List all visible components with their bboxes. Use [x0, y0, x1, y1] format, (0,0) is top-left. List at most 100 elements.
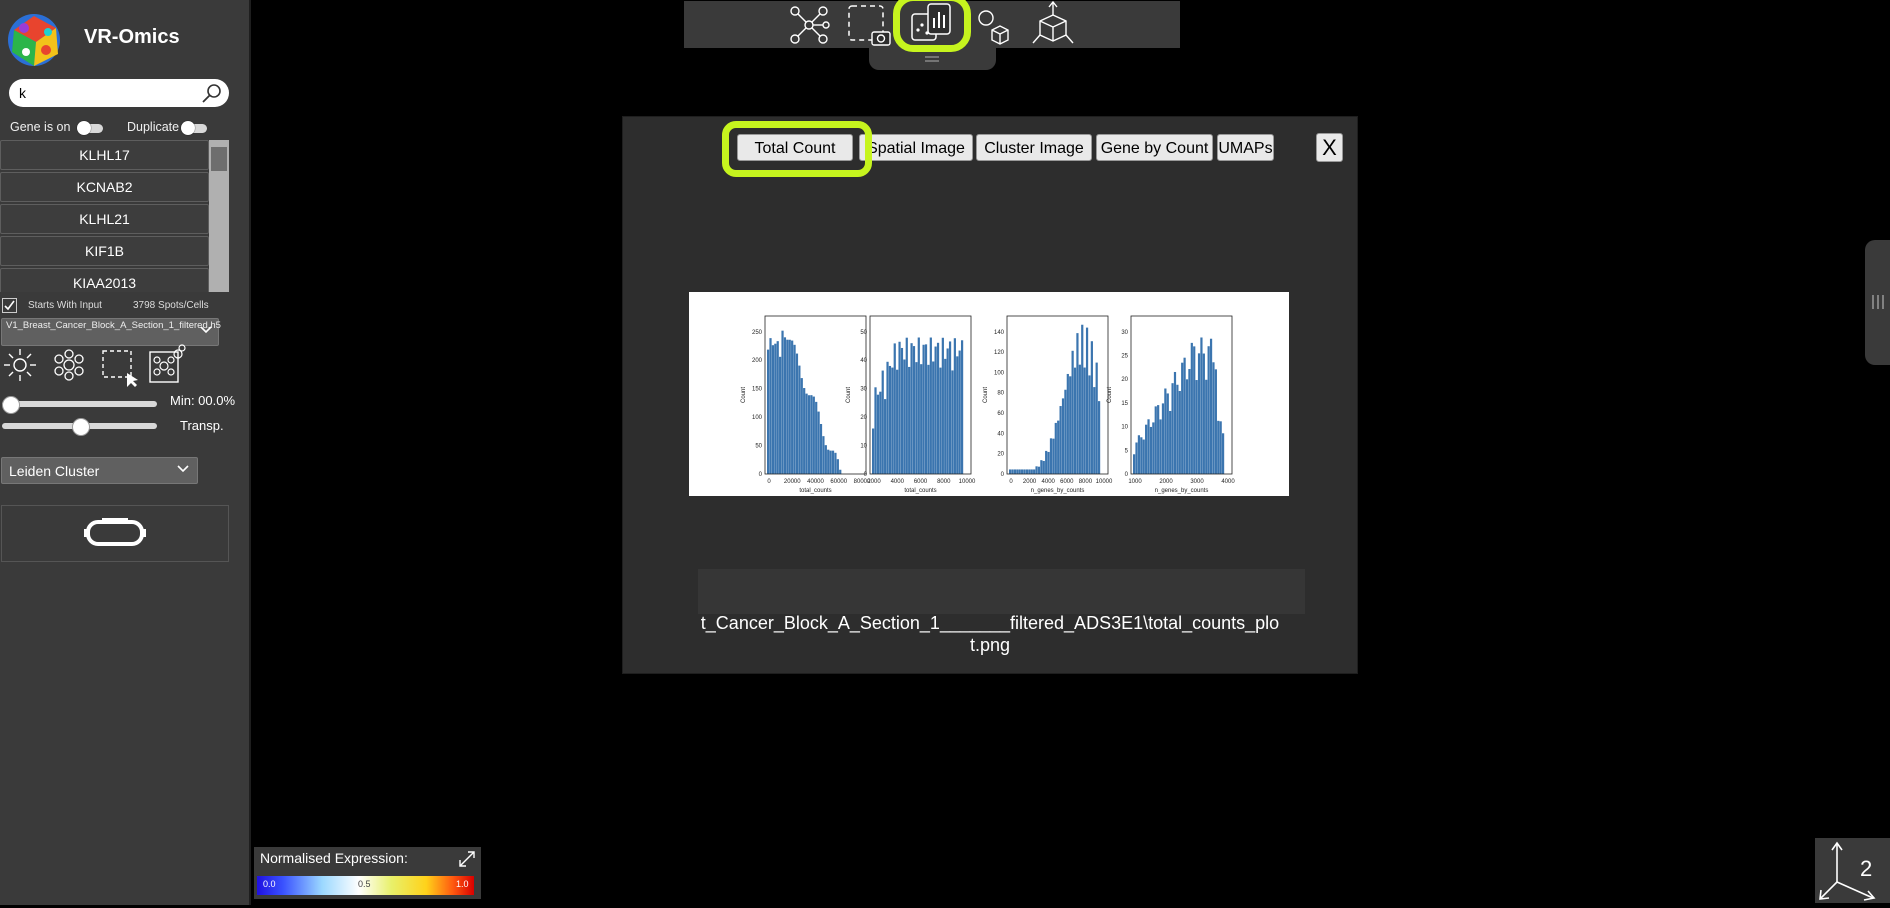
histogram-bar — [829, 450, 832, 474]
histogram-bar — [1023, 469, 1026, 474]
screenshot-icon[interactable] — [846, 2, 892, 48]
y-tick-label: 50 — [860, 330, 867, 336]
orientation-widget[interactable]: 2 — [1815, 838, 1890, 903]
y-tick-label: 0 — [1001, 472, 1005, 478]
min-threshold-slider-track[interactable] — [2, 401, 157, 407]
x-tick-label: 6000 — [1060, 479, 1074, 485]
histogram-bar — [776, 341, 779, 474]
vr-omics-logo — [8, 14, 60, 66]
gene-list: KLHL17 KCNAB2 KLHL21 KIF1B KIAA2013 — [0, 140, 210, 292]
axes-gizmo-icon[interactable]: 2 — [1815, 838, 1890, 903]
tab-cluster-image[interactable]: Cluster Image — [976, 134, 1092, 161]
x-tick-label: 4000 — [891, 479, 905, 485]
min-threshold-label: Min: 00.0% — [170, 393, 236, 408]
histogram-bar — [779, 356, 782, 474]
gene-list-item[interactable]: KLHL21 — [0, 204, 209, 234]
expand-icon[interactable] — [457, 849, 477, 869]
histogram-bar — [767, 349, 770, 474]
histogram-bar — [898, 341, 901, 474]
tab-gene-by-count[interactable]: Gene by Count — [1096, 134, 1213, 161]
histogram-bar — [1059, 406, 1062, 474]
dataset-file-select[interactable]: V1_Breast_Cancer_Block_A_Section_1_filte… — [1, 318, 221, 346]
histogram-bar — [1181, 362, 1184, 474]
y-tick-label: 250 — [752, 330, 763, 336]
y-tick-label: 20 — [1121, 377, 1128, 383]
duplicate-toggle[interactable] — [181, 121, 207, 135]
histogram-bar — [1202, 353, 1205, 474]
hexagon-grid-icon[interactable] — [49, 345, 89, 385]
starts-with-input-checkbox[interactable] — [2, 298, 17, 313]
histogram-bar — [1173, 371, 1177, 474]
spots-count: 3798 Spots/Cells — [133, 300, 209, 311]
y-tick-label: 10 — [1121, 425, 1128, 431]
gene-list-item[interactable]: KIF1B — [0, 236, 209, 266]
histogram-bar — [912, 346, 916, 474]
histogram-bar — [1149, 426, 1153, 474]
starts-with-input-label: Starts With Input — [28, 300, 102, 311]
y-tick-label: 20 — [997, 452, 1004, 458]
histogram-bar — [927, 364, 930, 474]
histogram-bar — [951, 370, 954, 474]
histogram-bar — [886, 361, 889, 474]
gene-search-input[interactable] — [19, 83, 194, 103]
tab-umaps[interactable]: UMAPs — [1217, 134, 1274, 161]
histogram-bar — [1142, 439, 1145, 474]
search-icon[interactable] — [201, 82, 223, 104]
histogram-bar — [956, 356, 959, 474]
cells-selection-icon[interactable] — [148, 344, 188, 384]
histogram-bar — [932, 361, 935, 474]
histogram-bar — [876, 394, 880, 474]
histogram-bar — [807, 395, 811, 474]
histogram-bar — [781, 330, 784, 474]
gene-list-item[interactable]: KCNAB2 — [0, 172, 209, 202]
histogram-bar — [1183, 357, 1186, 474]
lasso-select-icon[interactable] — [100, 347, 140, 387]
histogram-bar — [1188, 369, 1191, 474]
close-dialog-button[interactable]: X — [1316, 133, 1343, 162]
histogram-bar — [798, 365, 801, 474]
vr-headset-icon[interactable] — [84, 518, 146, 548]
y-tick-label: 20 — [860, 415, 867, 421]
3d-axes-icon[interactable] — [1030, 1, 1076, 47]
y-tick-label: 25 — [1121, 354, 1128, 360]
x-tick-label: 4000 — [1042, 479, 1056, 485]
x-tick-label: 8000 — [1079, 479, 1093, 485]
histogram-bar — [1140, 437, 1143, 474]
x-tick-label: 4000 — [1221, 479, 1235, 485]
tab-spatial-image[interactable]: Spatial Image — [859, 134, 973, 161]
histogram-bar — [1171, 383, 1174, 474]
histogram-bar — [953, 338, 956, 474]
histogram-bar — [948, 341, 952, 474]
histogram-bar — [1069, 376, 1072, 474]
histogram-bar — [958, 350, 961, 474]
x-axis-label: total_counts — [904, 488, 936, 494]
gene-is-on-toggle[interactable] — [77, 121, 103, 135]
histogram-bar — [1095, 362, 1098, 474]
gene-list-item[interactable]: KIAA2013 — [0, 268, 209, 292]
right-panel-handle[interactable] — [1865, 240, 1890, 365]
histogram-bar — [1157, 405, 1160, 474]
x-axis-label: n_genes_by_counts — [1031, 488, 1085, 494]
network-icon[interactable] — [786, 2, 832, 48]
y-tick-label: 60 — [997, 411, 1004, 417]
histogram-bar — [788, 339, 791, 474]
y-axis-label: Count — [741, 387, 747, 403]
histogram-bar — [888, 365, 892, 474]
histogram-bar — [874, 387, 877, 474]
svg-text:2: 2 — [1860, 856, 1872, 881]
gene-search-box[interactable] — [9, 79, 229, 107]
y-tick-label: 30 — [1121, 330, 1128, 336]
gene-list-item[interactable]: KLHL17 — [0, 140, 209, 170]
qc-histogram-figure: 0 20000 40000 60000 80000050100150200250tota… — [741, 315, 1235, 494]
cluster-select[interactable]: Leiden Cluster — [1, 457, 198, 484]
vr-headset-panel[interactable] — [1, 505, 229, 562]
histogram-bar — [1147, 419, 1150, 474]
min-threshold-slider-knob[interactable] — [2, 396, 20, 414]
gene-list-scroll-thumb[interactable] — [211, 147, 227, 171]
histogram-bar — [1178, 391, 1181, 474]
sun-icon[interactable] — [0, 345, 40, 385]
transparency-slider-knob[interactable] — [71, 418, 90, 436]
shapes-icon[interactable] — [976, 6, 1022, 52]
histogram-bar — [915, 362, 918, 474]
histogram-bar — [1035, 466, 1038, 474]
